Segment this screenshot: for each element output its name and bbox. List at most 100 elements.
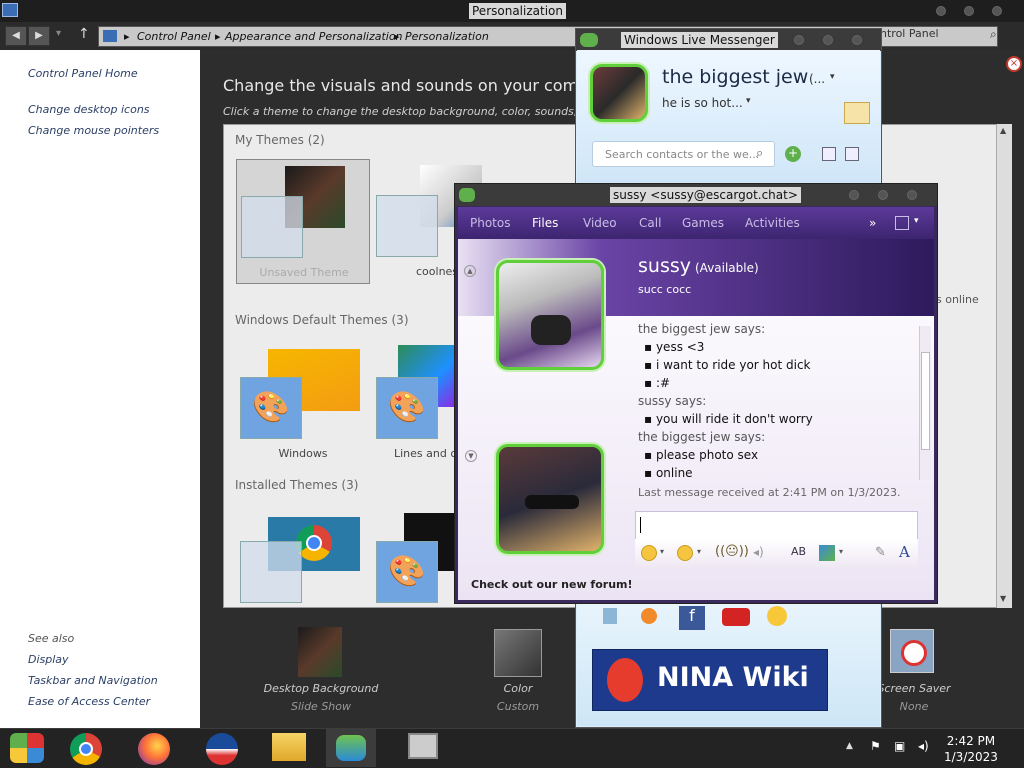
chat-minimize-button[interactable] xyxy=(849,190,859,200)
chat-close-button[interactable] xyxy=(907,190,917,200)
collapse-icon[interactable]: ▲ xyxy=(464,265,476,277)
theme-windows[interactable]: 🎨 Windows xyxy=(236,345,370,463)
messenger-taskbar-active[interactable] xyxy=(326,729,376,767)
search-icon[interactable]: ⌕ xyxy=(756,146,763,161)
messenger-close-button[interactable] xyxy=(852,35,862,45)
scroll-down-icon[interactable]: ▼ xyxy=(1000,594,1006,603)
minimize-button[interactable] xyxy=(936,6,946,16)
breadcrumb-control-panel[interactable]: Control Panel xyxy=(137,27,211,46)
tab-activities[interactable]: Activities xyxy=(745,216,800,230)
search-icon[interactable]: ⌕ xyxy=(990,27,997,42)
layout-icon[interactable] xyxy=(822,147,836,161)
chevron-down-icon[interactable]: ▾ xyxy=(914,216,919,226)
maximize-button[interactable] xyxy=(964,6,974,16)
page-title: Change the visuals and sounds on your co… xyxy=(223,76,622,95)
handwriting-icon[interactable]: ✎ xyxy=(875,545,886,560)
sun-icon[interactable] xyxy=(767,606,787,626)
options-icon[interactable] xyxy=(895,216,909,230)
chevron-down-icon[interactable]: ▾ xyxy=(660,547,664,556)
change-desktop-icons-link[interactable]: Change desktop icons xyxy=(28,103,150,116)
theme-installed-2[interactable]: 🎨 xyxy=(374,513,454,609)
mail-icon[interactable] xyxy=(844,102,870,124)
theme-label: Unsaved Theme xyxy=(259,266,349,279)
close-button[interactable] xyxy=(992,6,1002,16)
contact-avatar[interactable] xyxy=(496,260,604,370)
forum-link[interactable]: Check out our new forum! xyxy=(471,578,633,591)
desktop-background-value: Slide Show xyxy=(290,700,352,713)
expand-icon[interactable]: ▼ xyxy=(465,450,477,462)
obama-logo-icon[interactable] xyxy=(206,733,238,765)
change-mouse-pointers-link[interactable]: Change mouse pointers xyxy=(28,124,159,137)
conversation-scrollbar[interactable] xyxy=(919,326,931,480)
taskbar-navigation-link[interactable]: Taskbar and Navigation xyxy=(28,674,158,687)
tab-more[interactable]: » xyxy=(869,216,876,230)
volume-icon[interactable]: ◂) xyxy=(918,739,929,753)
desktop-background-label: Desktop Background xyxy=(263,682,379,695)
running-man-icon xyxy=(607,658,643,702)
up-arrow-icon[interactable]: ↑ xyxy=(78,26,90,42)
ease-of-access-link[interactable]: Ease of Access Center xyxy=(28,695,150,708)
ad-text: NINA Wiki xyxy=(657,662,809,693)
background-icon[interactable] xyxy=(819,545,835,561)
chevron-down-icon[interactable]: ▾ xyxy=(697,547,701,556)
tab-call[interactable]: Call xyxy=(639,216,661,230)
chevron-down-icon[interactable]: ▾ xyxy=(839,547,843,556)
tab-files[interactable]: Files xyxy=(532,216,558,230)
emoticon-icon[interactable] xyxy=(641,545,657,561)
chat-maximize-button[interactable] xyxy=(878,190,888,200)
app-icon[interactable] xyxy=(641,608,657,624)
flag-icon[interactable]: ⚑ xyxy=(870,739,881,753)
help-close-icon[interactable]: × xyxy=(1006,56,1022,72)
chevron-down-icon[interactable]: ▾ xyxy=(830,72,835,82)
back-button[interactable]: ◀ xyxy=(5,26,27,46)
start-button-icon[interactable] xyxy=(10,733,44,763)
theme-unsaved[interactable]: Unsaved Theme xyxy=(236,159,370,284)
contact-search-input[interactable]: Search contacts or the we... ⌕ xyxy=(592,141,775,167)
tab-video[interactable]: Video xyxy=(583,216,617,230)
tab-games[interactable]: Games xyxy=(682,216,724,230)
app-icon[interactable] xyxy=(603,608,617,624)
control-panel-home-link[interactable]: Control Panel Home xyxy=(28,67,138,80)
add-contact-icon[interactable]: + xyxy=(785,146,801,162)
text-style-icon[interactable]: A xyxy=(899,543,910,561)
messenger-minimize-button[interactable] xyxy=(794,35,804,45)
conversation-history[interactable]: the biggest jew says: ▪ yess <3 ▪ i want… xyxy=(636,322,918,482)
network-icon[interactable]: ▣ xyxy=(894,739,905,753)
font-icon[interactable]: AB xyxy=(791,545,806,558)
my-display-name[interactable]: the biggest jew xyxy=(662,66,808,88)
scroll-up-icon[interactable]: ▲ xyxy=(1000,126,1006,135)
search-input[interactable]: ntrol Panel xyxy=(880,27,939,40)
archive-icon[interactable] xyxy=(408,733,438,759)
breadcrumb-appearance[interactable]: Appearance and Personalization xyxy=(225,27,403,46)
nina-wiki-ad[interactable]: NINA Wiki xyxy=(592,649,828,711)
color-swatch-icon xyxy=(494,629,542,677)
themes-scrollbar[interactable]: ▲ ▼ xyxy=(996,124,1012,608)
file-explorer-icon[interactable] xyxy=(272,733,306,761)
display-link[interactable]: Display xyxy=(28,653,69,666)
show-hidden-icons[interactable]: ▲ xyxy=(846,741,853,751)
youtube-icon[interactable] xyxy=(722,608,750,626)
message-line: ▪ i want to ride yor hot dick xyxy=(644,358,811,372)
my-avatar[interactable] xyxy=(590,64,648,122)
breadcrumb-separator: ▸ xyxy=(124,30,130,43)
clock[interactable]: 2:42 PM 1/3/2023 xyxy=(944,733,998,765)
my-status-message[interactable]: he is so hot... xyxy=(662,96,743,110)
menu-icon[interactable] xyxy=(845,147,859,161)
chrome-icon[interactable] xyxy=(70,733,102,765)
tab-photos[interactable]: Photos xyxy=(470,216,510,230)
voice-clip-icon[interactable]: ◂) xyxy=(753,545,764,559)
breadcrumb-personalization[interactable]: Personalization xyxy=(405,27,489,46)
recent-pages-icon[interactable]: ▾ xyxy=(56,28,61,39)
forward-button[interactable]: ▶ xyxy=(28,26,50,46)
wink-icon[interactable] xyxy=(677,545,693,561)
my-chat-avatar[interactable] xyxy=(496,444,604,554)
facebook-icon[interactable]: f xyxy=(679,606,705,630)
message-line: ▪ :# xyxy=(644,376,671,390)
scrollbar-thumb[interactable] xyxy=(921,352,930,450)
chevron-down-icon[interactable]: ▾ xyxy=(746,96,751,106)
messenger-maximize-button[interactable] xyxy=(823,35,833,45)
firefox-icon[interactable] xyxy=(138,733,170,765)
nudge-icon[interactable]: ((😐)) xyxy=(715,544,749,559)
theme-chrome[interactable] xyxy=(236,513,370,609)
theme-lines-and-colors[interactable]: 🎨 Lines and c xyxy=(374,345,456,463)
